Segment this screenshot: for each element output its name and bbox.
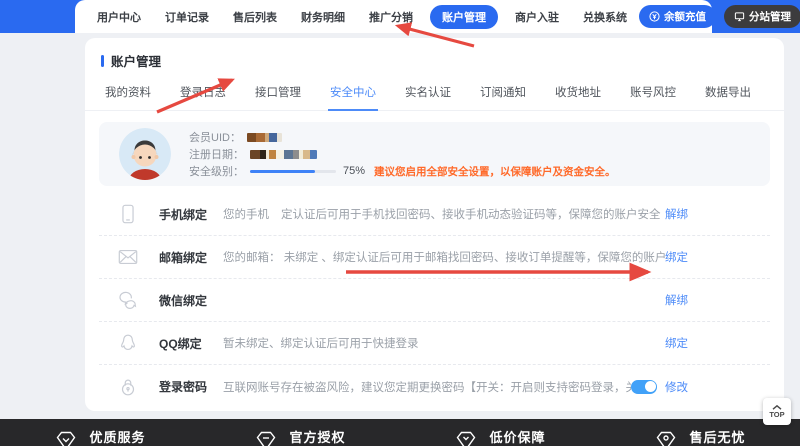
email-desc: 您的邮箱： 未绑定 、绑定认证后可用于邮箱找回密码、接收订单提醒等，保障您的账户…	[223, 249, 665, 265]
tab-account-risk[interactable]: 账号风控	[628, 80, 678, 110]
avatar	[119, 128, 171, 180]
top-navbar: 用户中心 订单记录 售后列表 财务明细 推广分销 账户管理 商户入驻 兑换系统 …	[75, 0, 712, 33]
row-desc: 暂未绑定、绑定认证后可用于快捷登录	[223, 335, 665, 351]
uid-label: 会员UID：	[189, 129, 241, 145]
envelope-icon	[117, 246, 139, 268]
security-level-label: 安全级别：	[189, 163, 244, 179]
nav-item-user-center[interactable]: 用户中心	[85, 9, 153, 25]
tab-my-profile[interactable]: 我的资料	[103, 80, 153, 110]
tab-subscribe-notice[interactable]: 订阅通知	[478, 80, 528, 110]
tab-security-center-active[interactable]: 安全中心	[328, 80, 378, 111]
security-progress-percent: 75%	[343, 165, 365, 177]
tab-shipping-address[interactable]: 收货地址	[553, 80, 603, 110]
row-desc: 您的邮箱： 未绑定 、绑定认证后可用于邮箱找回密码、接收订单提醒等，保障您的账户…	[223, 249, 665, 265]
smartphone-icon	[117, 203, 139, 225]
security-settings-list: 手机绑定 您的手机 定认证后可用于手机找回密码、接收手机动态验证码等，保障您的账…	[85, 193, 784, 408]
row-title: 微信绑定	[159, 292, 223, 309]
nav-item-promotion[interactable]: 推广分销	[357, 9, 425, 25]
row-title: 邮箱绑定	[159, 249, 223, 266]
recharge-label: 余额充值	[664, 9, 706, 24]
tab-bar: 我的资料 登录日志 接口管理 安全中心 实名认证 订阅通知 收货地址 账号风控 …	[85, 80, 784, 111]
row-title: QQ绑定	[159, 335, 223, 352]
nav-item-account-active[interactable]: 账户管理	[430, 5, 498, 29]
monitor-icon	[734, 11, 745, 22]
footer-item-quality-service: 优质服务	[0, 419, 200, 446]
tab-login-log[interactable]: 登录日志	[178, 80, 228, 110]
lock-icon	[117, 376, 139, 398]
gem-icon	[454, 428, 478, 446]
security-progress-bar	[250, 170, 336, 173]
qq-icon	[117, 332, 139, 354]
coin-icon	[649, 11, 660, 22]
gem-icon	[654, 428, 678, 446]
uid-redacted-value	[247, 133, 282, 142]
password-login-toggle-on[interactable]	[631, 380, 657, 394]
gem-icon	[54, 428, 78, 446]
tab-data-export[interactable]: 数据导出	[703, 80, 753, 110]
footer-item-low-price-guarantee: 低价保障	[400, 419, 600, 446]
back-to-top-label: TOP	[769, 411, 784, 419]
row-title: 手机绑定	[159, 206, 223, 223]
page-title-row: 账户管理	[85, 38, 784, 80]
row-desc: 您的手机 定认证后可用于手机找回密码、接收手机动态验证码等，保障您的账户安全	[223, 206, 665, 222]
recharge-button[interactable]: 余额充值	[639, 5, 716, 28]
registration-date-label: 注册日期：	[189, 146, 244, 162]
phone-binding-row: 手机绑定 您的手机 定认证后可用于手机找回密码、接收手机动态验证码等，保障您的账…	[99, 193, 770, 236]
substation-label: 分站管理	[749, 9, 791, 24]
nav-item-redeem[interactable]: 兑换系统	[571, 9, 639, 25]
row-desc: 互联网账号存在被盗风险，建议您定期更换密码【开关：开启则支持密码登录，关闭则只支…	[223, 379, 631, 395]
gem-icon	[254, 428, 278, 446]
phone-desc: 定认证后可用于手机找回密码、接收手机动态验证码等，保障您的账户安全	[281, 206, 661, 222]
account-management-card: 账户管理 我的资料 登录日志 接口管理 安全中心 实名认证 订阅通知 收货地址 …	[85, 38, 784, 411]
nav-item-orders[interactable]: 订单记录	[153, 9, 221, 25]
email-bind-link[interactable]: 绑定	[665, 249, 688, 265]
phone-unbind-link[interactable]: 解绑	[665, 206, 688, 222]
qq-binding-row: QQ绑定 暂未绑定、绑定认证后可用于快捷登录 绑定	[99, 322, 770, 365]
row-title: 登录密码	[159, 378, 223, 395]
email-binding-row: 邮箱绑定 您的邮箱： 未绑定 、绑定认证后可用于邮箱找回密码、接收订单提醒等，保…	[99, 236, 770, 279]
nav-item-merchant[interactable]: 商户入驻	[503, 9, 571, 25]
registration-date-redacted-value	[250, 150, 317, 159]
profile-summary-card: 会员UID： 注册日期： 安全级别： 75% 建议您启用全部安全设置，以保障账户…	[99, 122, 770, 186]
wechat-icon	[117, 289, 139, 311]
footer-label: 官方授权	[289, 427, 345, 446]
login-password-row: 登录密码 互联网账号存在被盗风险，建议您定期更换密码【开关：开启则支持密码登录，…	[99, 365, 770, 408]
chevron-up-icon	[772, 405, 782, 410]
registration-date-line: 注册日期：	[189, 147, 616, 161]
footer-label: 低价保障	[489, 427, 545, 446]
back-to-top-button[interactable]: TOP	[763, 398, 791, 425]
tab-api-management[interactable]: 接口管理	[253, 80, 303, 110]
page-title: 账户管理	[111, 51, 161, 70]
wechat-unbind-link[interactable]: 解绑	[665, 292, 688, 308]
substation-button[interactable]: 分站管理	[724, 5, 800, 28]
footer-label: 售后无忧	[689, 427, 745, 446]
security-warning-text: 建议您启用全部安全设置，以保障账户及资金安全。	[374, 164, 616, 179]
qq-bind-link[interactable]: 绑定	[665, 335, 688, 351]
password-desc: 互联网账号存在被盗风险，建议您定期更换密码【开关：开启则支持密码登录，关闭则只支…	[223, 379, 631, 395]
title-accent-bar	[101, 55, 104, 67]
qq-desc: 暂未绑定、绑定认证后可用于快捷登录	[223, 335, 419, 351]
nav-item-finance[interactable]: 财务明细	[289, 9, 357, 25]
password-modify-link[interactable]: 修改	[665, 379, 688, 395]
footer-bar: 优质服务 官方授权 低价保障 售后无忧	[0, 419, 800, 446]
tab-realname-auth[interactable]: 实名认证	[403, 80, 453, 110]
profile-info: 会员UID： 注册日期： 安全级别： 75% 建议您启用全部安全设置，以保障账户…	[189, 130, 616, 178]
footer-item-official-authorization: 官方授权	[200, 419, 400, 446]
security-progress-fill	[250, 170, 315, 173]
wechat-binding-row: 微信绑定 解绑	[99, 279, 770, 322]
security-level-line: 安全级别： 75% 建议您启用全部安全设置，以保障账户及资金安全。	[189, 164, 616, 178]
phone-desc-prefix: 您的手机	[223, 206, 269, 222]
footer-label: 优质服务	[89, 427, 145, 446]
uid-line: 会员UID：	[189, 130, 616, 144]
nav-item-aftersale[interactable]: 售后列表	[221, 9, 289, 25]
